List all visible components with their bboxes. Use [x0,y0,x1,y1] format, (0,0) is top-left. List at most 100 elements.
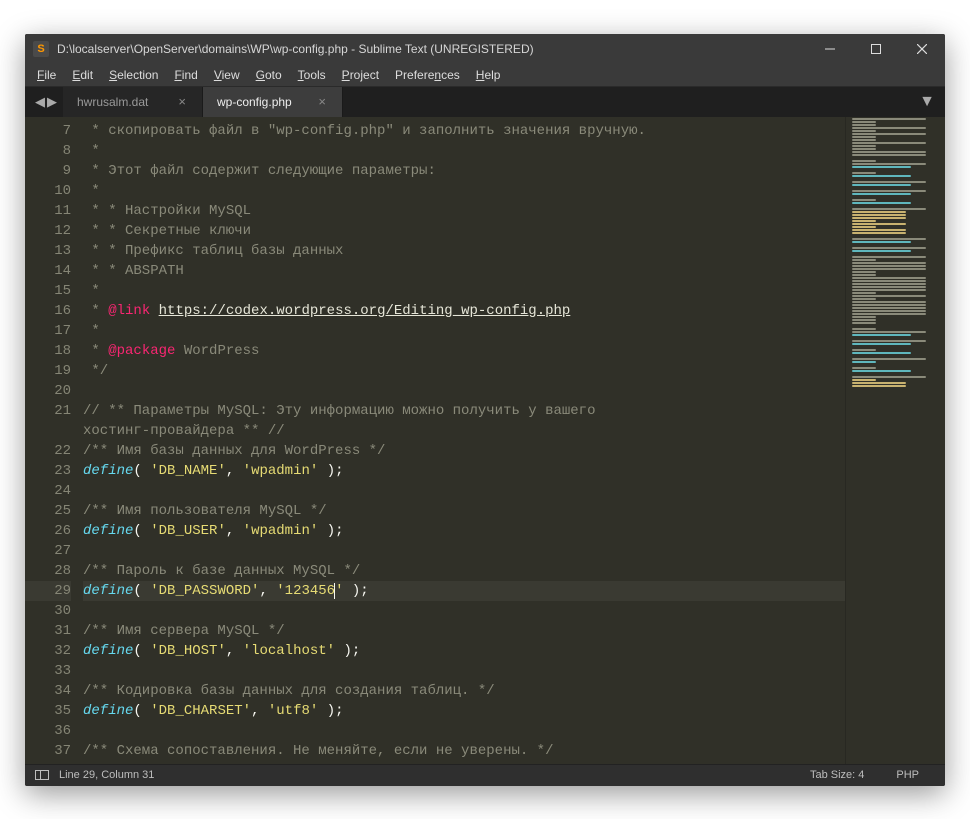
code-line[interactable]: * @package WordPress [83,341,845,361]
code-line[interactable]: /** Имя пользователя MySQL */ [83,501,845,521]
code-line[interactable]: * Этот файл содержит следующие параметры… [83,161,845,181]
tab-close-icon[interactable]: × [306,94,326,109]
line-number[interactable]: 15 [25,281,71,301]
line-number[interactable]: 27 [25,541,71,561]
line-number[interactable]: 9 [25,161,71,181]
code-line[interactable]: /** Имя сервера MySQL */ [83,621,845,641]
line-number[interactable]: 21 [25,401,71,421]
maximize-button[interactable] [853,34,899,65]
nav-forward-icon[interactable]: ▶ [47,94,57,110]
code-line[interactable]: * [83,141,845,161]
code-line[interactable]: // ** Параметры MySQL: Эту информацию мо… [83,401,845,421]
code-line[interactable]: /** Кодировка базы данных для создания т… [83,681,845,701]
code-line[interactable]: */ [83,361,845,381]
menu-file[interactable]: File [29,66,64,84]
app-icon [33,41,49,57]
menu-goto[interactable]: Goto [248,66,290,84]
line-number[interactable]: 35 [25,701,71,721]
tab-wp-config[interactable]: wp-config.php × [203,87,343,117]
title-bar[interactable]: D:\localserver\OpenServer\domains\WP\wp-… [25,34,945,65]
menu-bar: File Edit Selection Find View Goto Tools… [25,65,945,87]
menu-view[interactable]: View [206,66,248,84]
code-line[interactable] [83,381,845,401]
code-line[interactable]: define( 'DB_USER', 'wpadmin' ); [83,521,845,541]
code-line[interactable] [83,481,845,501]
minimap[interactable] [845,117,945,764]
minimize-button[interactable] [807,34,853,65]
code-line[interactable]: * * Секретные ключи [83,221,845,241]
line-number[interactable]: 16 [25,301,71,321]
line-number[interactable]: 30 [25,601,71,621]
line-number[interactable]: 20 [25,381,71,401]
line-number[interactable]: 19 [25,361,71,381]
menu-preferences[interactable]: Preferences [387,66,468,84]
code-line[interactable]: * * Префикс таблиц базы данных [83,241,845,261]
line-number[interactable]: 37 [25,741,71,761]
status-syntax[interactable]: PHP [880,769,935,781]
tab-close-icon[interactable]: × [166,94,186,109]
code-line[interactable]: define( 'DB_CHARSET', 'utf8' ); [83,701,845,721]
code-line[interactable]: * скопировать файл в "wp-config.php" и з… [83,121,845,141]
code-line[interactable]: define( 'DB_HOST', 'localhost' ); [83,641,845,661]
code-line[interactable] [83,601,845,621]
line-number[interactable]: 18 [25,341,71,361]
code-line[interactable] [83,541,845,561]
menu-edit-label: dit [80,68,93,82]
tab-history-nav: ◀ ▶ [29,87,63,117]
line-number[interactable]: 28 [25,561,71,581]
menu-project[interactable]: Project [334,66,387,84]
side-panel-toggle-icon[interactable] [35,770,49,780]
line-number[interactable]: 11 [25,201,71,221]
tab-overflow-button[interactable]: ▼ [909,87,945,117]
line-number[interactable]: 29 [25,581,71,601]
line-number[interactable]: 23 [25,461,71,481]
code-line[interactable]: * @link https://codex.wordpress.org/Edit… [83,301,845,321]
line-number[interactable]: 31 [25,621,71,641]
tab-hwrusalm[interactable]: hwrusalm.dat × [63,87,203,117]
line-number[interactable]: 17 [25,321,71,341]
code-line[interactable]: * [83,281,845,301]
line-number[interactable]: 8 [25,141,71,161]
menu-find[interactable]: Find [166,66,205,84]
code-line[interactable]: * * Настройки MySQL [83,201,845,221]
code-line[interactable]: /** Пароль к базе данных MySQL */ [83,561,845,581]
editor: 789101112131415161718192021 222324252627… [25,117,945,764]
menu-tools[interactable]: Tools [290,66,334,84]
code-line[interactable]: * * ABSPATH [83,261,845,281]
app-window: D:\localserver\OpenServer\domains\WP\wp-… [25,34,945,786]
code-area[interactable]: * скопировать файл в "wp-config.php" и з… [83,117,845,764]
line-number[interactable]: 13 [25,241,71,261]
line-number[interactable]: 10 [25,181,71,201]
line-number[interactable]: 34 [25,681,71,701]
menu-help-label: elp [484,68,500,82]
code-line-wrap[interactable]: хостинг-провайдера ** // [83,421,845,441]
line-number[interactable]: 12 [25,221,71,241]
code-line[interactable] [83,721,845,741]
line-number-gutter[interactable]: 789101112131415161718192021 222324252627… [25,117,83,764]
line-number[interactable]: 33 [25,661,71,681]
code-line[interactable]: /** Имя базы данных для WordPress */ [83,441,845,461]
code-line[interactable]: define( 'DB_PASSWORD', '123456' ); [83,581,845,601]
code-line[interactable] [83,661,845,681]
code-line[interactable]: define( 'DB_NAME', 'wpadmin' ); [83,461,845,481]
line-number[interactable]: 22 [25,441,71,461]
line-number[interactable]: 36 [25,721,71,741]
code-line[interactable]: * [83,181,845,201]
tab-label: wp-config.php [217,95,292,109]
nav-back-icon[interactable]: ◀ [35,94,45,110]
code-line[interactable]: /** Схема сопоставления. Не меняйте, есл… [83,741,845,761]
menu-edit[interactable]: Edit [64,66,101,84]
menu-help[interactable]: Help [468,66,509,84]
line-number[interactable]: 7 [25,121,71,141]
line-number[interactable]: 32 [25,641,71,661]
line-number[interactable]: 24 [25,481,71,501]
status-tab-size[interactable]: Tab Size: 4 [794,769,880,781]
code-line[interactable]: * [83,321,845,341]
close-button[interactable] [899,34,945,65]
line-number[interactable]: 14 [25,261,71,281]
line-number[interactable]: 25 [25,501,71,521]
menu-selection[interactable]: Selection [101,66,166,84]
menu-file-label: ile [44,68,56,82]
status-position[interactable]: Line 29, Column 31 [59,769,154,781]
line-number[interactable]: 26 [25,521,71,541]
